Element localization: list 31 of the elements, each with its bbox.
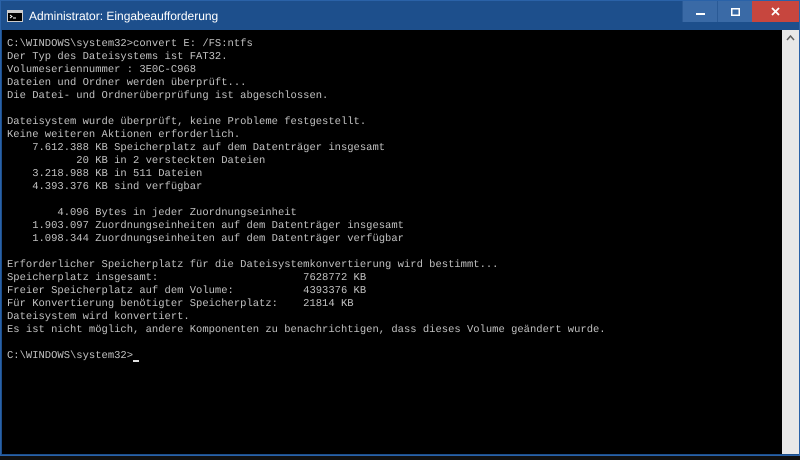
text-cursor [133, 360, 140, 362]
console-line: Dateisystem wird konvertiert. [7, 311, 190, 324]
console-line: 1.903.097 Zuordnungseinheiten auf dem Datenträger insgesamt [31, 220, 404, 233]
console-line: 20 KB in 2 versteckten Dateien [75, 155, 266, 168]
scroll-up-icon[interactable] [786, 35, 795, 41]
maximize-icon [730, 8, 740, 16]
console-line: Der Typ des Dateisystems ist FAT32. [7, 51, 228, 64]
scrollbar[interactable] [782, 30, 799, 454]
close-icon [771, 7, 780, 16]
console-line: Erforderlicher Speicherplatz für die Dateisystemkonvertierung wird bestimmt... [7, 259, 498, 272]
console-line: 7.612.388 KB Speicherplatz auf dem Datenträger insgesamt [31, 142, 386, 155]
console-line: Für Konvertierung benötigter Speicherplatz: 21814 KB [7, 298, 354, 311]
command-prompt: C:\WINDOWS\system32> [7, 350, 134, 363]
console-line: 4.096 Bytes in jeder Zuordnungseinheit [56, 207, 297, 220]
maximize-button[interactable] [717, 1, 752, 22]
console-icon [7, 10, 23, 22]
console-line: Keine weiteren Aktionen erforderlich. [7, 129, 240, 142]
console-line: Es ist nicht möglich, andere Komponenten zu benachrichtigen, dass dieses Volume geändert wurde. [7, 324, 606, 337]
console-line: C:\WINDOWS\system32>convert E: /FS:ntfs [7, 38, 253, 51]
close-button[interactable] [752, 1, 799, 22]
console-line: 1.098.344 Zuordnungseinheiten auf dem Datenträger verfügbar [31, 233, 404, 246]
console-line: Freier Speicherplatz auf dem Volume: 4393376 KB [7, 285, 366, 298]
console-line: 4.393.376 KB sind verfügbar [31, 181, 202, 194]
window-title: Administrator: Eingabeaufforderung [29, 8, 218, 24]
console-line: 3.218.988 KB in 511 Dateien [31, 168, 202, 181]
console-line: Dateisystem wurde überprüft, keine Probleme festgestellt. [7, 116, 366, 129]
minimize-button[interactable] [682, 1, 717, 22]
console-line: Speicherplatz insgesamt: 7628772 KB [7, 272, 366, 285]
console-line: Die Datei- und Ordnerüberprüfung ist abgeschlossen. [7, 90, 328, 103]
console-line: Dateien und Ordner werden überprüft... [7, 77, 246, 90]
console-line: Volumeseriennummer : 3E0C-C968 [7, 64, 196, 77]
